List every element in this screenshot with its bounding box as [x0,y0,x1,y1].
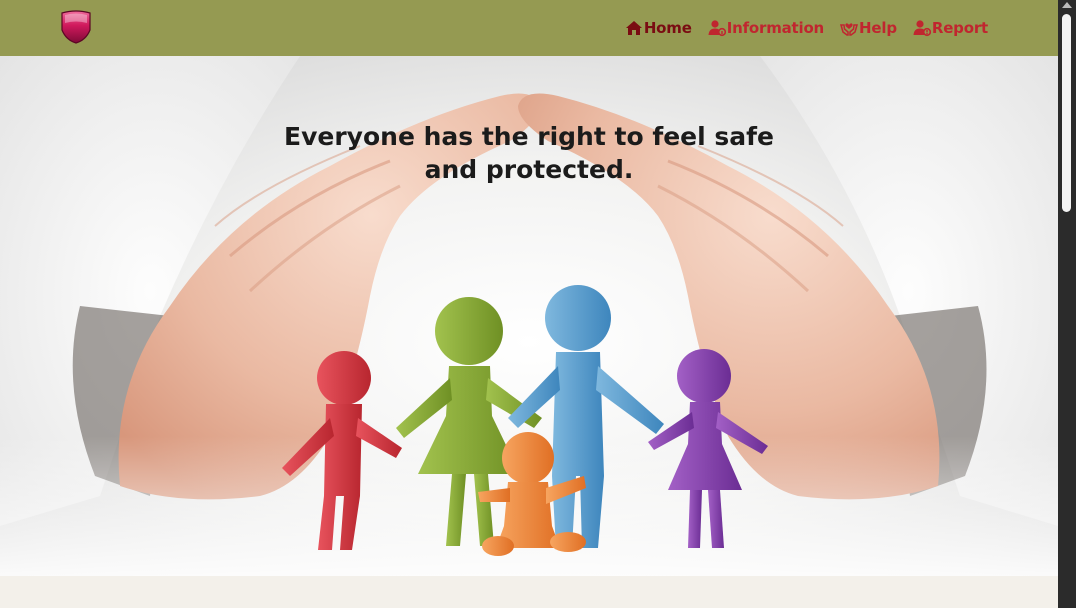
hero-headline: Everyone has the right to feel safe and … [284,122,774,184]
home-icon [625,21,642,35]
scroll-up-icon[interactable] [1062,2,1072,8]
nav-information-link[interactable]: Information [708,19,824,37]
nav-help-link[interactable]: Help [840,19,897,37]
nav-home-label: Home [643,19,692,37]
vertical-scrollbar[interactable] [1058,0,1076,608]
scroll-thumb[interactable] [1062,14,1071,212]
helping-hands-icon [840,23,859,36]
shield-icon[interactable] [60,10,92,44]
nav-report-label: Report [931,19,988,37]
nav-report-link[interactable]: Report [913,19,988,37]
nav-home-link[interactable]: Home [625,19,692,37]
top-navbar: Home Information Help Report [0,0,1058,56]
nav-menu: Home Information Help Report [625,0,988,56]
page-content-start [0,576,1058,608]
nav-help-label: Help [859,19,897,37]
user-report-icon [913,20,931,37]
nav-information-label: Information [726,19,825,37]
hero-banner: Everyone has the right to feel safe and … [0,56,1058,576]
user-info-icon [708,20,726,37]
